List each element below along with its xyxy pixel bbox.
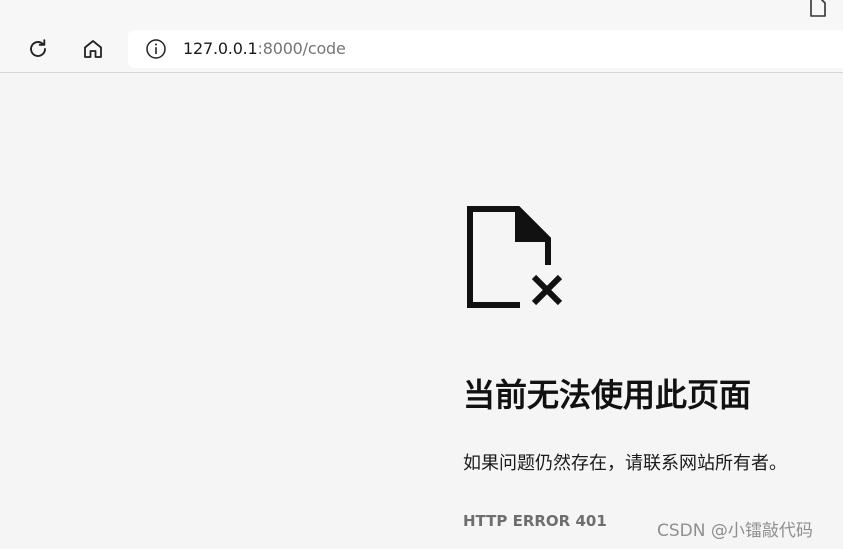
info-icon[interactable] xyxy=(145,38,167,60)
url-path: :8000/code xyxy=(257,39,346,58)
refresh-icon xyxy=(30,39,46,57)
browser-toolbar: 127.0.0.1:8000/code xyxy=(0,0,843,73)
page-icon[interactable] xyxy=(808,0,828,17)
url-host: 127.0.0.1 xyxy=(183,39,258,58)
error-description: 如果问题仍然存在，请联系网站所有者。 xyxy=(463,453,787,474)
home-button[interactable] xyxy=(77,33,109,65)
error-title: 当前无法使用此页面 xyxy=(463,376,752,414)
refresh-button[interactable] xyxy=(22,33,54,65)
url-text[interactable]: 127.0.0.1:8000/code xyxy=(183,39,346,59)
address-bar[interactable]: 127.0.0.1:8000/code xyxy=(128,30,843,68)
watermark: CSDN @小镭敲代码 xyxy=(657,521,813,541)
home-icon xyxy=(84,40,102,58)
broken-file-icon xyxy=(467,206,563,308)
error-code: HTTP ERROR 401 xyxy=(463,512,607,530)
